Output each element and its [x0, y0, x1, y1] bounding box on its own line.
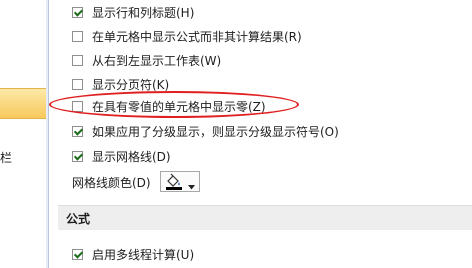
checkbox[interactable]	[72, 150, 83, 162]
option-label: 启用多线程计算(U)	[92, 247, 195, 262]
option-show-row-column-headers[interactable]: 显示行和列标题(H)	[72, 3, 194, 21]
checkbox[interactable]	[72, 248, 83, 260]
option-show-zero-values[interactable]: 在具有零值的单元格中显示零(Z)	[72, 97, 266, 115]
option-label: 显示行和列标题(H)	[92, 5, 195, 20]
checkbox[interactable]	[72, 30, 83, 42]
checkbox[interactable]	[72, 100, 83, 112]
checkbox[interactable]	[72, 78, 83, 90]
option-enable-multithreaded-calc[interactable]: 启用多线程计算(U)	[72, 245, 194, 263]
options-category-sidebar: 栏	[0, 0, 49, 268]
option-label: 从右到左显示工作表(W)	[92, 53, 222, 68]
caret-down-icon	[188, 179, 195, 190]
option-show-outline-symbols[interactable]: 如果应用了分级显示，则显示分级显示符号(O)	[72, 122, 339, 140]
sidebar-item-label[interactable]: 栏	[0, 149, 14, 166]
checkbox[interactable]	[72, 54, 83, 66]
paint-bucket-icon	[165, 173, 183, 190]
sidebar-item-selected[interactable]	[0, 88, 46, 119]
option-label: 显示网格线(D)	[92, 149, 171, 164]
checkbox[interactable]	[72, 125, 83, 137]
option-label: 如果应用了分级显示，则显示分级显示符号(O)	[92, 124, 339, 139]
option-label: 在具有零值的单元格中显示零(Z)	[92, 99, 266, 114]
option-label: 显示分页符(K)	[92, 77, 170, 92]
checkbox[interactable]	[72, 6, 83, 18]
option-label: 在单元格中显示公式而非其计算结果(R)	[92, 29, 302, 44]
formulas-section-header: 公式	[58, 205, 472, 230]
option-show-page-breaks[interactable]: 显示分页符(K)	[72, 75, 169, 93]
gridline-color-row: 网格线颜色(D)	[72, 173, 151, 191]
gridline-color-label: 网格线颜色(D)	[72, 175, 151, 190]
option-show-gridlines[interactable]: 显示网格线(D)	[72, 147, 171, 165]
gridline-color-picker[interactable]	[160, 171, 200, 192]
option-show-formulas[interactable]: 在单元格中显示公式而非其计算结果(R)	[72, 27, 302, 45]
section-title: 公式	[66, 211, 91, 226]
option-right-to-left[interactable]: 从右到左显示工作表(W)	[72, 51, 221, 69]
